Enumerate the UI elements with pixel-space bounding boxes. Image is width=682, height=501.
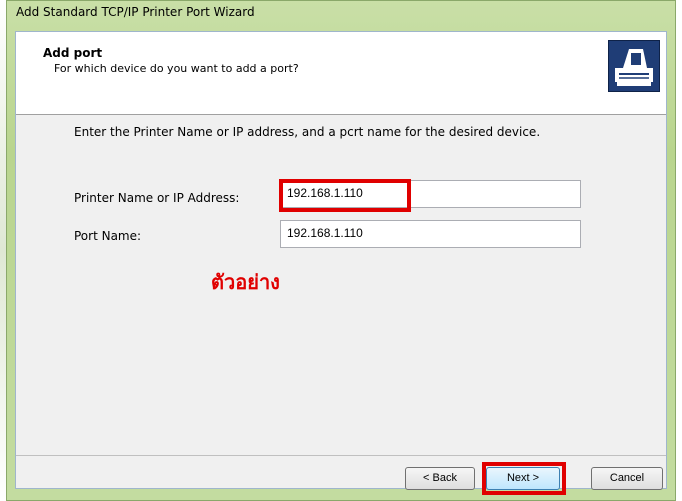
button-separator	[16, 455, 666, 456]
port-name-label: Port Name:	[74, 229, 142, 243]
port-name-input[interactable]: 192.168.1.110	[280, 220, 581, 248]
example-annotation: ตัวอย่าง	[211, 270, 280, 294]
printer-name-input[interactable]: 192.168.1.110	[280, 180, 581, 208]
wizard-header: Add port For which device do you want to…	[16, 32, 666, 115]
printer-port-icon	[608, 40, 660, 92]
wizard-client-area: Add port For which device do you want to…	[15, 31, 667, 495]
printer-name-label: Printer Name or IP Address:	[74, 191, 240, 205]
next-button[interactable]: Next >	[486, 467, 560, 490]
wizard-window: Add Standard TCP/IP Printer Port Wizard …	[6, 0, 676, 501]
page-title: Add port	[43, 46, 103, 60]
back-button[interactable]: < Back	[405, 467, 475, 490]
window-title: Add Standard TCP/IP Printer Port Wizard	[16, 5, 255, 19]
page-subtitle: For which device do you want to add a po…	[54, 62, 299, 75]
desktop-edge-right	[676, 0, 682, 501]
cancel-button[interactable]: Cancel	[591, 467, 663, 490]
instruction-text: Enter the Printer Name or IP address, an…	[74, 125, 541, 139]
title-bar[interactable]: Add Standard TCP/IP Printer Port Wizard	[7, 1, 675, 23]
